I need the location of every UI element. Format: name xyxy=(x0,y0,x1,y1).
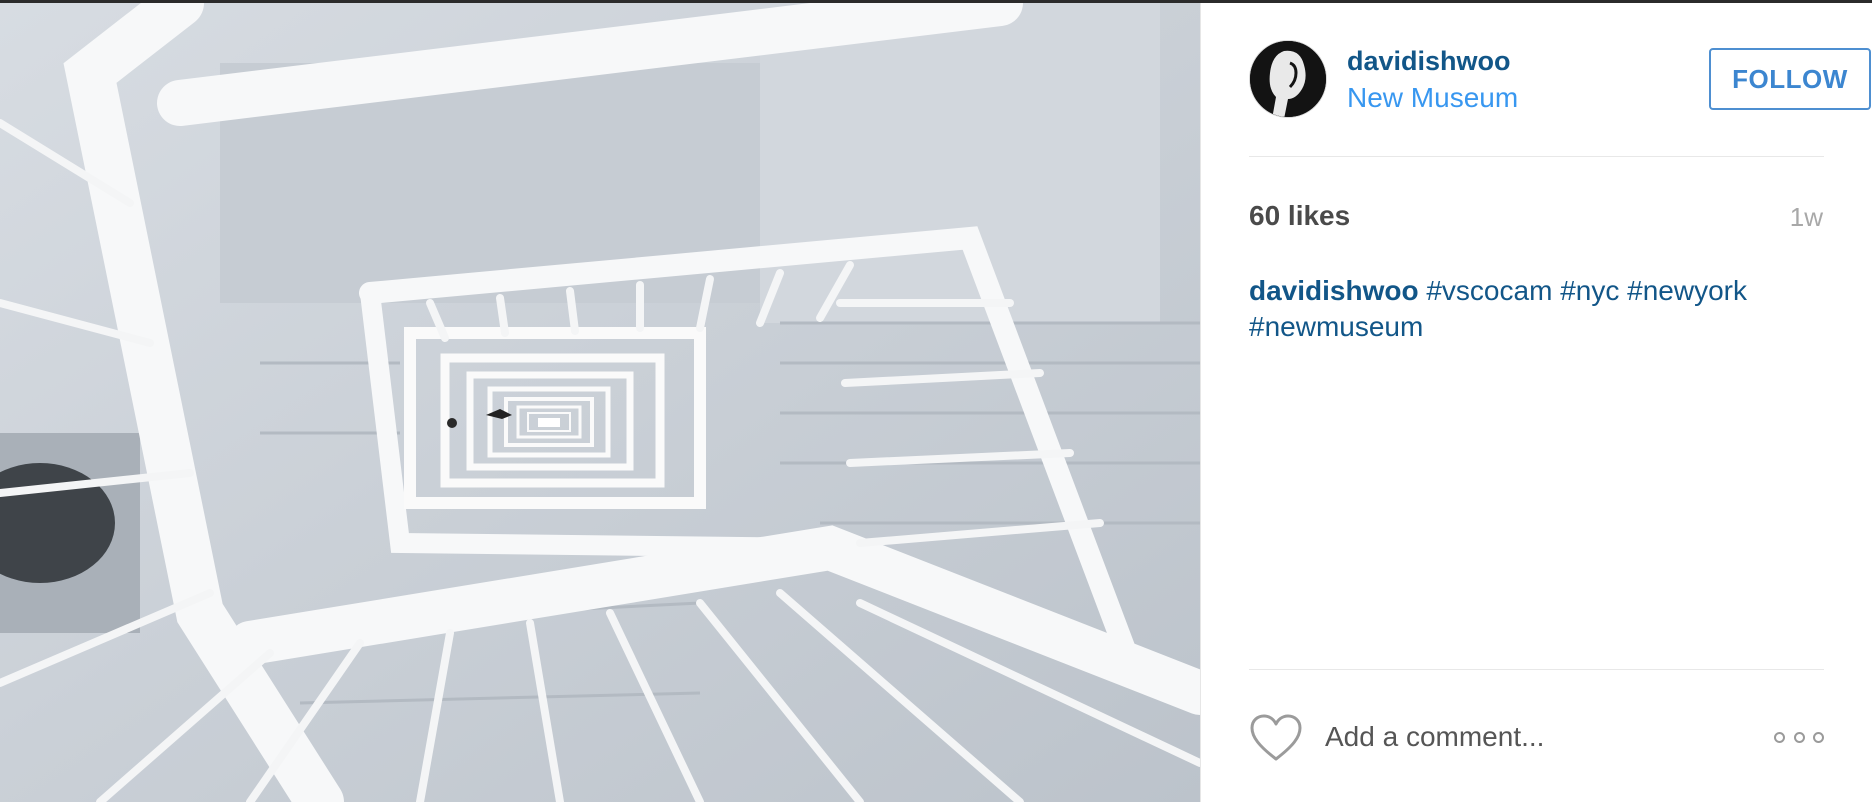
comment-bar xyxy=(1249,709,1824,767)
ellipsis-dot xyxy=(1793,731,1805,743)
username-link[interactable]: davidishwoo xyxy=(1347,46,1511,77)
likes-count[interactable]: 60 likes xyxy=(1249,200,1350,232)
follow-button[interactable]: FOLLOW xyxy=(1709,48,1871,110)
divider xyxy=(1249,669,1824,670)
avatar[interactable] xyxy=(1249,40,1327,118)
post-details-panel: davidishwoo New Museum FOLLOW 60 likes 1… xyxy=(1200,3,1872,802)
post-photo[interactable] xyxy=(0,3,1200,802)
caption-username-link[interactable]: davidishwoo xyxy=(1249,275,1419,306)
caption: davidishwoo #vscocam #nyc #newyork #newm… xyxy=(1249,273,1824,345)
hashtag-link[interactable]: #newyork xyxy=(1627,275,1747,306)
divider xyxy=(1249,156,1824,157)
heart-outline-icon[interactable] xyxy=(1249,713,1303,763)
hashtag-link[interactable]: #newmuseum xyxy=(1249,311,1423,342)
ellipsis-icon[interactable] xyxy=(1774,725,1824,749)
location-link[interactable]: New Museum xyxy=(1347,82,1518,114)
post-age[interactable]: 1w xyxy=(1790,202,1823,233)
hashtag-link[interactable]: #vscocam xyxy=(1426,275,1552,306)
ellipsis-dot xyxy=(1813,731,1824,743)
hashtag-link[interactable]: #nyc xyxy=(1560,275,1619,306)
comment-input[interactable] xyxy=(1325,717,1745,757)
ellipsis-dot xyxy=(1774,731,1785,743)
post-header: davidishwoo New Museum FOLLOW xyxy=(1249,40,1871,120)
